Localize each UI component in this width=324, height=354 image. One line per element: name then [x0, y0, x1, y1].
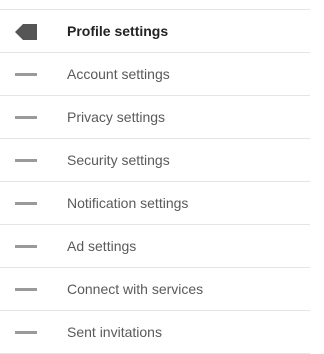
dash-icon	[15, 202, 37, 205]
menu-item-sent-invitations[interactable]: Sent invitations	[0, 311, 310, 354]
menu-item-ad-settings[interactable]: Ad settings	[0, 225, 310, 268]
menu-item-label: Notification settings	[67, 195, 189, 211]
dash-icon	[15, 331, 37, 334]
dash-icon	[15, 245, 37, 248]
menu-item-account-settings[interactable]: Account settings	[0, 53, 310, 96]
dash-icon	[15, 73, 37, 76]
menu-item-security-settings[interactable]: Security settings	[0, 139, 310, 182]
active-arrow-icon	[15, 24, 37, 40]
menu-item-connect-with-services[interactable]: Connect with services	[0, 268, 310, 311]
menu-item-label: Profile settings	[67, 23, 169, 39]
menu-item-profile-settings[interactable]: Profile settings	[0, 10, 310, 53]
dash-icon	[15, 288, 37, 291]
menu-item-label: Privacy settings	[67, 109, 166, 125]
menu-item-label: Ad settings	[67, 238, 137, 254]
menu-item-label: Sent invitations	[67, 324, 162, 340]
menu-item-label: Account settings	[67, 66, 170, 82]
menu-item-notification-settings[interactable]: Notification settings	[0, 182, 310, 225]
settings-menu: Profile settings Account settings Privac…	[0, 9, 310, 354]
menu-item-privacy-settings[interactable]: Privacy settings	[0, 96, 310, 139]
menu-item-label: Security settings	[67, 152, 170, 168]
dash-icon	[15, 116, 37, 119]
dash-icon	[15, 159, 37, 162]
menu-item-label: Connect with services	[67, 281, 204, 297]
